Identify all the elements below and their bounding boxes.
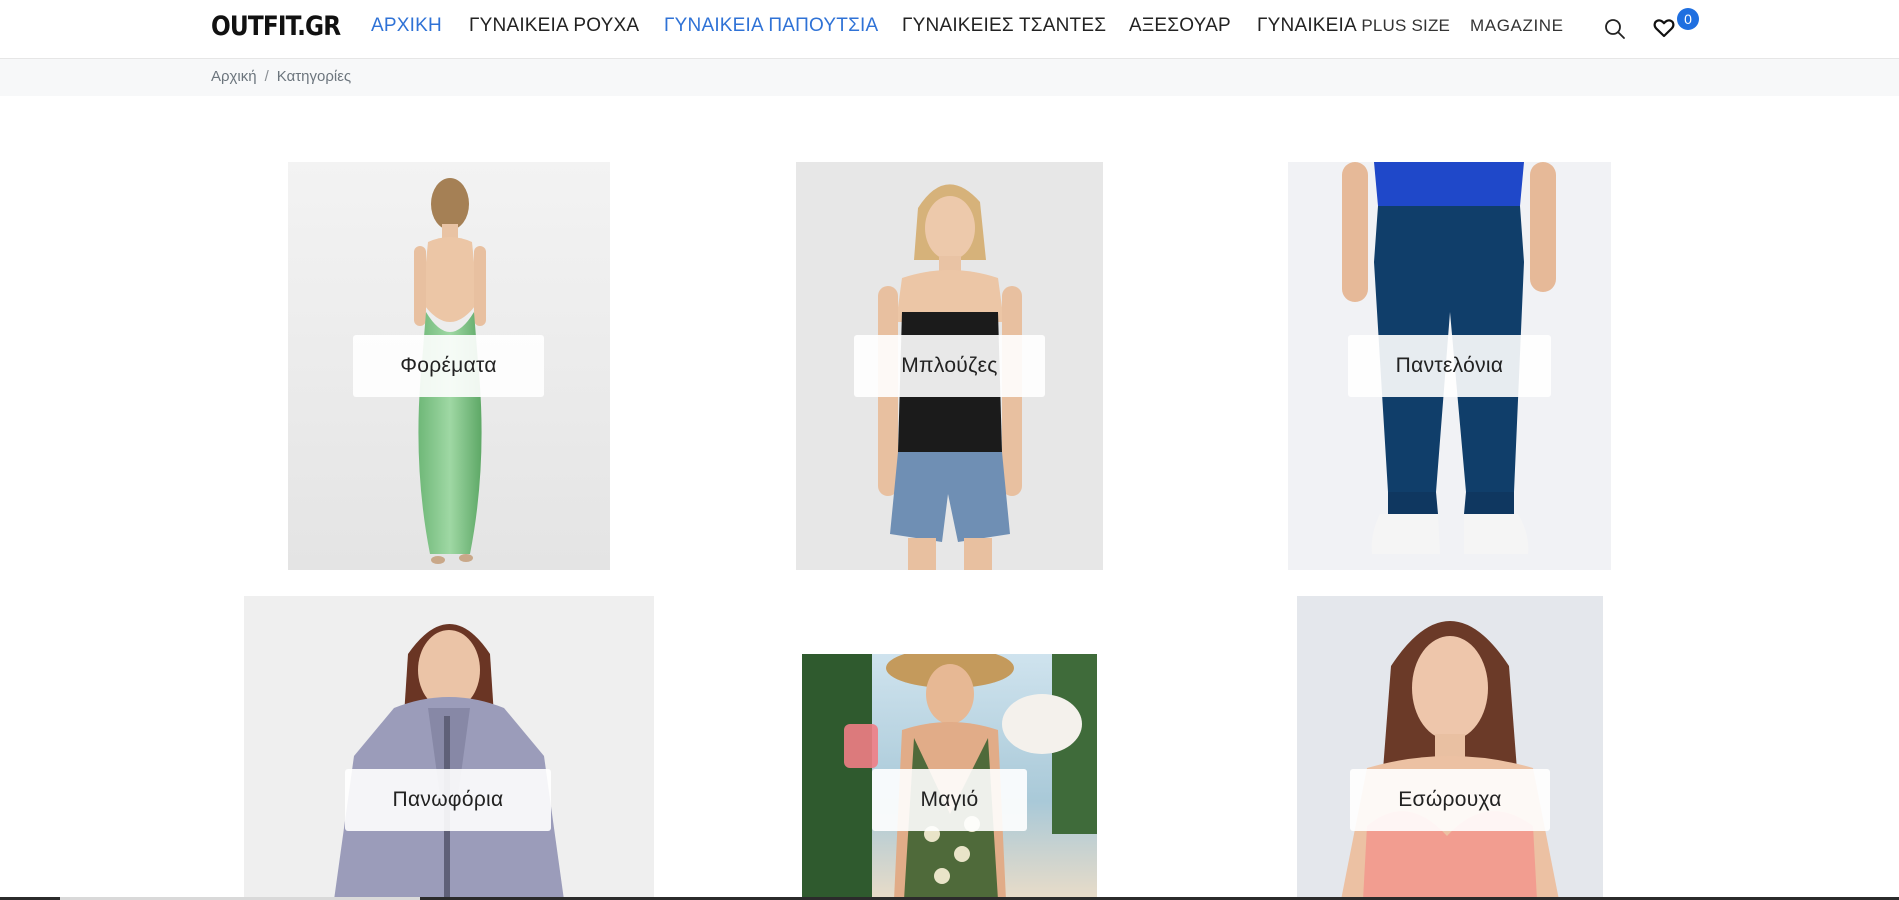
nav-item-plus-size-suffix: PLUS SIZE bbox=[1361, 16, 1451, 35]
category-label-tops: Μπλούζες bbox=[854, 335, 1045, 397]
nav-item-womens-shoes[interactable]: ΓΥΝΑΙΚΕΙΑ ΠΑΠΟΥΤΣΙΑ bbox=[664, 14, 878, 38]
category-image-outerwear bbox=[244, 596, 654, 900]
breadcrumb-separator: / bbox=[264, 68, 269, 85]
nav-item-home[interactable]: ΑΡΧΙΚΗ bbox=[371, 14, 442, 38]
category-label-swimwear: Μαγιό bbox=[872, 769, 1027, 831]
category-label-outerwear: Πανωφόρια bbox=[345, 769, 551, 831]
category-tile-underwear[interactable]: Εσώρουχα bbox=[1297, 596, 1603, 900]
category-label-underwear: Εσώρουχα bbox=[1350, 769, 1550, 831]
site-header: OUTFIT.GR ΑΡΧΙΚΗ ΓΥΝΑΙΚΕΙΑ ΡΟΥΧΑ ΓΥΝΑΙΚΕ… bbox=[0, 0, 1899, 59]
nav-item-womens-clothing[interactable]: ΓΥΝΑΙΚΕΙΑ ΡΟΥΧΑ bbox=[469, 14, 639, 38]
nav-item-womens-bags[interactable]: ΓΥΝΑΙΚΕΙΕΣ ΤΣΑΝΤΕΣ bbox=[902, 14, 1106, 38]
breadcrumb-current: Κατηγορίες bbox=[276, 68, 352, 85]
category-tile-tops[interactable]: Μπλούζες bbox=[796, 162, 1103, 570]
site-logo[interactable]: OUTFIT.GR bbox=[211, 10, 341, 44]
category-tile-swimwear[interactable]: Μαγιό bbox=[802, 654, 1097, 900]
category-tile-outerwear[interactable]: Πανωφόρια bbox=[244, 596, 654, 900]
nav-item-magazine[interactable]: MAGAZINE bbox=[1470, 14, 1564, 38]
heart-icon[interactable] bbox=[1652, 16, 1676, 40]
wishlist-count-badge: 0 bbox=[1677, 8, 1699, 30]
category-tile-trousers[interactable]: Παντελόνια bbox=[1288, 162, 1611, 570]
category-image-underwear bbox=[1297, 596, 1603, 900]
category-label-trousers: Παντελόνια bbox=[1348, 335, 1551, 397]
category-tile-dresses[interactable]: Φορέματα bbox=[288, 162, 610, 570]
nav-item-plus-size-main: ΓΥΝΑΙΚΕΙΑ bbox=[1257, 15, 1356, 36]
breadcrumb-home[interactable]: Αρχική bbox=[211, 68, 257, 85]
search-icon[interactable] bbox=[1603, 17, 1627, 41]
category-label-dresses: Φορέματα bbox=[353, 335, 544, 397]
breadcrumb: Αρχική / Κατηγορίες bbox=[211, 68, 351, 85]
nav-item-plus-size[interactable]: ΓΥΝΑΙΚΕΙΑ PLUS SIZE bbox=[1257, 14, 1450, 38]
breadcrumb-bar: Αρχική / Κατηγορίες bbox=[0, 59, 1899, 96]
nav-item-accessories[interactable]: ΑΞΕΣΟΥΑΡ bbox=[1129, 14, 1231, 38]
